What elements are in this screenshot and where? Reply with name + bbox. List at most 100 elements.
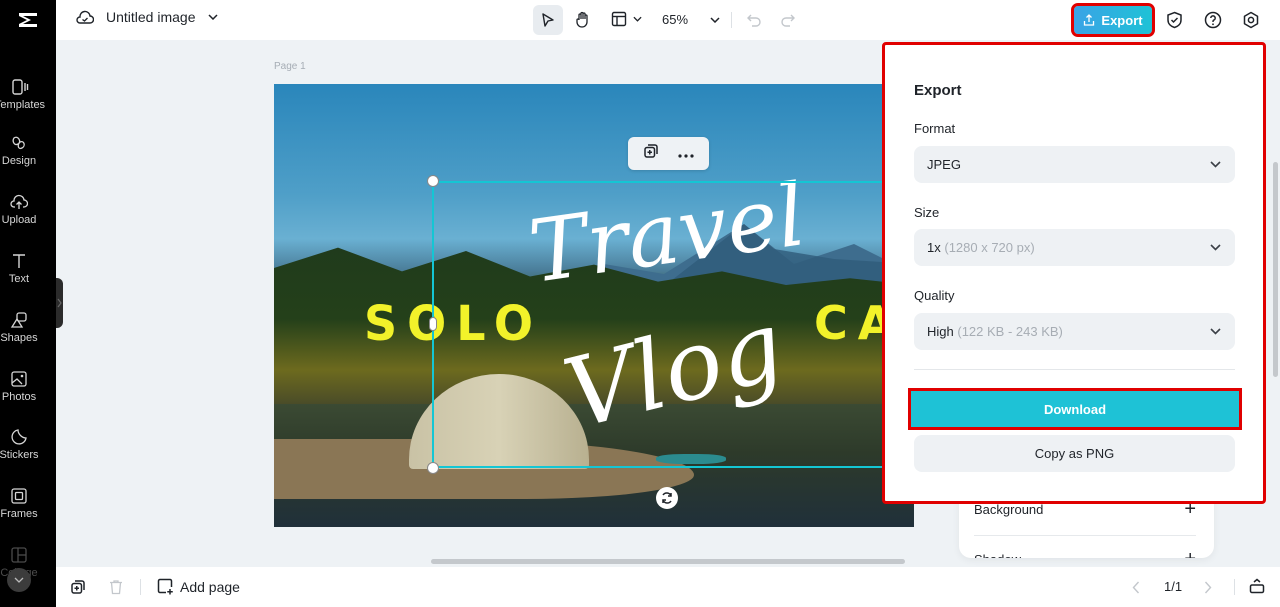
next-page-button[interactable] [1204,581,1212,594]
sidebar-item-frames[interactable]: Frames [0,475,47,531]
design-icon [12,136,25,149]
sidebar-item-upload[interactable]: Upload [0,181,47,237]
sidebar-item-label: Text [8,272,30,285]
bottom-toolbar: Add page 1/1 [56,567,1280,607]
capcut-logo-icon[interactable] [0,0,56,40]
stickers-icon [11,428,27,444]
format-label: Format [914,121,956,136]
left-sidebar: Templates Design Upload Text Shapes Phot… [0,0,56,607]
add-page-label: Add page [180,578,240,595]
sidebar-item-stickers[interactable]: Stickers [0,416,47,472]
size-hint: (1280 x 720 px) [944,240,1035,255]
document-title-area[interactable]: Untitled image [76,9,218,25]
design-canvas[interactable]: SOLO CAL Travel Vlog [274,84,914,527]
redo-button[interactable] [780,12,796,28]
element-floating-toolbar [628,137,709,170]
document-title[interactable]: Untitled image [106,9,196,25]
resize-handle-bottom-left[interactable] [427,462,439,474]
delete-page-button[interactable] [109,579,123,595]
hand-tool-button[interactable] [568,5,598,35]
redo-icon [781,14,795,27]
prev-page-button[interactable] [1132,581,1140,594]
add-icon[interactable]: + [1184,549,1196,558]
layout-dropdown[interactable] [611,11,642,27]
download-button[interactable]: Download [908,388,1242,430]
add-page-icon [157,578,173,595]
help-button[interactable] [1204,11,1222,29]
duplicate-page-button[interactable] [70,579,86,595]
chevron-down-icon [633,16,642,22]
properties-row-label: Background [974,502,1044,517]
rotate-icon [662,492,672,504]
add-icon[interactable]: + [1184,499,1196,519]
sidebar-item-templates[interactable]: Templates [0,66,48,122]
sidebar-more-button[interactable] [7,568,31,592]
chevron-right-icon [57,298,62,308]
export-icon [1084,14,1095,26]
sidebar-item-label: Shapes [0,331,38,344]
sidebar-item-label: Photos [1,390,37,403]
sidebar-item-shapes[interactable]: Shapes [0,299,47,355]
kayak-graphic [656,454,726,464]
rotate-handle[interactable] [656,487,678,509]
pages-panel-toggle[interactable] [1249,578,1265,594]
zoom-dropdown[interactable]: 65% [662,12,720,27]
hand-icon [576,11,588,28]
chevron-down-icon [14,577,24,583]
chevron-down-icon [1210,328,1221,335]
vertical-scrollbar[interactable] [1273,162,1278,377]
upload-icon [10,194,28,209]
format-select[interactable]: JPEG [914,146,1235,183]
page-label: Page 1 [274,61,306,72]
bottom-divider [1234,579,1235,595]
undo-button[interactable] [746,12,762,28]
duplicate-icon [644,144,658,158]
text-icon [13,253,25,268]
export-panel: Export Format JPEG Size 1x (1280 x 720 p… [882,42,1266,504]
sidebar-item-label: Frames [0,507,38,520]
trash-icon [110,580,122,595]
size-value: 1x [927,240,941,255]
properties-row-shadow[interactable]: Shadow + [974,549,1196,558]
duplicate-button[interactable] [643,143,659,164]
chevron-down-icon [710,16,720,23]
bottom-divider [140,579,141,595]
chevron-down-icon [1210,244,1221,251]
chevron-down-icon [207,14,218,20]
chevron-left-icon [1132,581,1140,594]
settings-button[interactable] [1242,11,1260,29]
export-panel-title: Export [914,82,962,99]
properties-divider [974,535,1196,536]
chevron-right-icon [1204,581,1212,594]
shapes-icon [10,311,27,328]
select-tool-button[interactable] [533,5,563,35]
horizontal-scrollbar[interactable] [431,559,905,564]
duplicate-page-icon [71,580,85,594]
properties-row-background[interactable]: Background + [974,499,1196,519]
quality-select[interactable]: High (122 KB - 243 KB) [914,313,1235,350]
sidebar-item-photos[interactable]: Photos [0,358,47,414]
canvas-text-solo[interactable]: SOLO [364,295,543,352]
cloud-saved-icon [76,10,94,24]
page-counter: 1/1 [1164,579,1183,594]
size-select[interactable]: 1x (1280 x 720 px) [914,229,1235,266]
sidebar-item-design[interactable]: Design [0,122,47,178]
toolbar-divider [731,12,732,28]
resize-handle-top-left[interactable] [427,175,439,187]
shield-button[interactable] [1166,11,1183,29]
app: Templates Design Upload Text Shapes Phot… [0,0,1280,607]
photos-icon [11,370,27,387]
add-page-button[interactable]: Add page [157,578,240,595]
resize-handle-left[interactable] [429,317,437,331]
zoom-level: 65% [662,12,689,27]
format-value: JPEG [927,157,961,172]
more-options-button[interactable] [678,145,694,163]
sidebar-item-text[interactable]: Text [0,240,47,296]
export-button[interactable]: Export [1071,3,1155,37]
undo-icon [747,14,761,27]
collage-icon [11,546,27,563]
copy-as-png-button[interactable]: Copy as PNG [914,435,1235,472]
sidebar-collapse-handle[interactable] [56,278,63,328]
quality-label: Quality [914,288,955,303]
sidebar-item-label: Upload [1,213,37,226]
